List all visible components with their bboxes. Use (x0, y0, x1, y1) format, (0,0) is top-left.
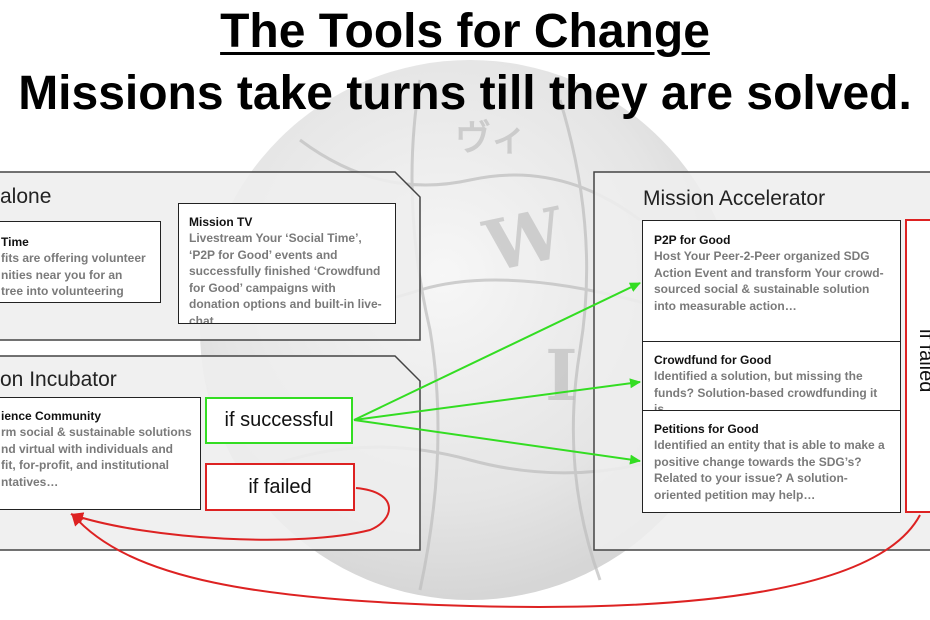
arrow-failed-return (71, 512, 921, 608)
arrow-to-crowdfund (353, 378, 641, 421)
arrow-failed-loop (70, 487, 390, 541)
arrow-to-p2p (353, 282, 641, 421)
arrows-layer (70, 282, 921, 608)
arrow-to-petitions (353, 419, 641, 465)
